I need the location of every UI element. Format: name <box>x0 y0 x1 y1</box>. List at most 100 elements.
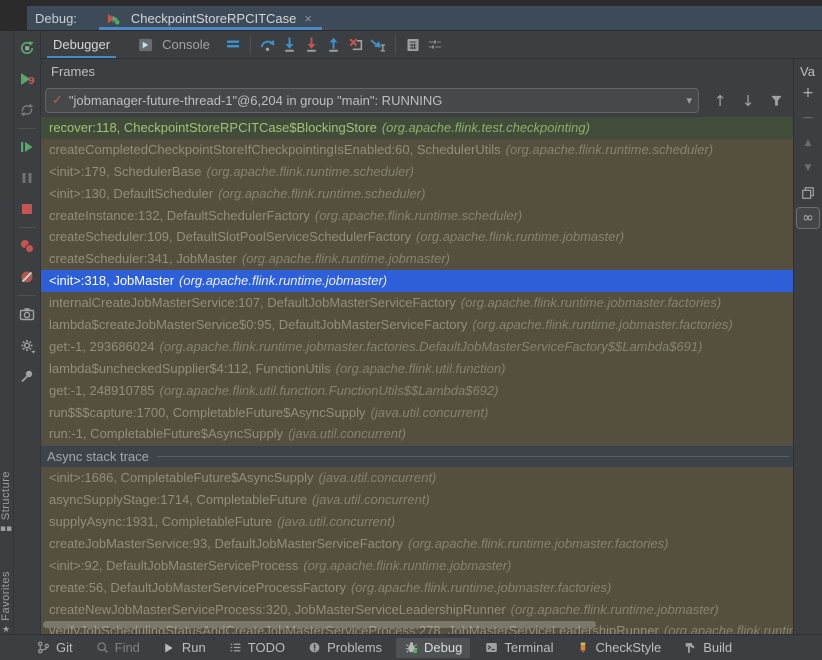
toolbar-item-terminal[interactable]: Terminal <box>476 638 561 658</box>
toolbar-item-git[interactable]: Git <box>28 638 81 658</box>
view-breakpoints-icon[interactable] <box>18 237 36 255</box>
frame-method: get:-1, 293686024 <box>49 338 155 354</box>
toolbar-item-label: Build <box>703 640 733 655</box>
step-over-icon[interactable] <box>257 34 279 56</box>
frame-row[interactable]: createJobMasterService:93, DefaultJobMas… <box>41 533 793 555</box>
toolbar-item-problems[interactable]: Problems <box>299 638 390 658</box>
evaluate-watches-toggle-icon[interactable]: ∞ <box>796 207 820 229</box>
toolbar-item-label: CheckStyle <box>595 640 662 655</box>
horizontal-scrollbar[interactable] <box>43 621 596 628</box>
frames-panel-header: Frames <box>41 59 793 84</box>
force-step-into-icon[interactable] <box>301 34 323 56</box>
evaluate-expression-icon[interactable] <box>402 34 424 56</box>
pause-program-icon[interactable] <box>18 169 36 187</box>
console-icon <box>134 34 156 56</box>
thread-status-check-icon: ✓ <box>52 93 63 108</box>
frame-row[interactable]: <init>:92, DefaultJobMasterServiceProces… <box>41 555 793 577</box>
async-separator-label: Async stack trace <box>47 449 149 465</box>
sidebar-item-structure[interactable]: Structure ▪▪ <box>0 471 14 534</box>
frame-package: (org.apache.flink.runtime.jobmaster) <box>179 273 388 289</box>
frame-package: (org.apache.flink.runtime.jobmaster) <box>510 601 719 617</box>
frame-row[interactable]: createScheduler:109, DefaultSlotPoolServ… <box>41 226 793 248</box>
toolbar-item-build[interactable]: Build <box>675 638 740 658</box>
frame-row[interactable]: createScheduler:341, JobMaster (org.apach… <box>41 248 793 270</box>
frame-row[interactable]: <init>:318, JobMaster (org.apache.flink.r… <box>41 270 793 293</box>
frame-row[interactable]: lambda$uncheckedSupplier$4:112, Function… <box>41 358 793 380</box>
frame-row[interactable]: <init>:179, SchedulerBase (org.apache.fli… <box>41 161 793 183</box>
frame-package: (org.apache.flink.test.checkpointing) <box>381 120 590 135</box>
git-branch-icon <box>36 640 51 655</box>
frame-row[interactable]: recover:118, CheckpointStoreRPCITCase$Bl… <box>41 117 793 139</box>
remove-watch-icon[interactable]: − <box>796 107 820 129</box>
drop-frame-icon[interactable] <box>345 34 367 56</box>
variables-panel-edge: Va + − ▲ ▼ ∞ <box>793 59 822 634</box>
toolbar-item-run[interactable]: Run <box>154 638 214 658</box>
mute-breakpoints-icon[interactable] <box>18 268 36 286</box>
filter-frames-icon[interactable] <box>763 89 789 113</box>
thread-dropdown[interactable]: ✓ "jobmanager-future-thread-1"@6,204 in … <box>45 88 699 113</box>
run-badge-9-icon[interactable]: 9 <box>18 70 36 88</box>
frame-method: createJobMasterService:93, DefaultJobMas… <box>49 535 404 551</box>
step-into-icon[interactable] <box>279 34 301 56</box>
frame-method: run:-1, CompletableFuture$AsyncSupply <box>49 426 284 442</box>
thread-dump-camera-icon[interactable] <box>18 305 36 323</box>
frame-package: (org.apache.flink.runtime.jobmaster.fact… <box>408 535 669 551</box>
frame-method: createInstance:132, DefaultSchedulerFact… <box>49 207 310 223</box>
rerun-icon[interactable] <box>18 39 36 57</box>
frame-row[interactable]: <init>:1686, CompletableFuture$AsyncSupp… <box>41 467 793 489</box>
move-down-icon[interactable]: ▼ <box>796 157 820 179</box>
frame-package: (org.apache.flink.runtime.jobmaster.fact… <box>460 295 722 311</box>
toolbar-item-checkstyle[interactable]: CheckStyle <box>567 638 669 658</box>
layout-menu-icon[interactable] <box>222 34 244 56</box>
toolbar-item-find[interactable]: Find <box>87 638 148 658</box>
add-watch-icon[interactable]: + <box>796 82 820 104</box>
frame-method: supplyAsync:1931, CompletableFuture <box>49 514 273 530</box>
resume-program-icon[interactable] <box>18 138 36 156</box>
frame-row[interactable]: supplyAsync:1931, CompletableFuture (java… <box>41 511 793 533</box>
frame-row[interactable]: run:-1, CompletableFuture$AsyncSupply (ja… <box>41 423 793 445</box>
toolbar-item-todo[interactable]: TODO <box>220 638 293 658</box>
frame-row[interactable]: createNewJobMasterServiceProcess:320, Jo… <box>41 599 793 621</box>
previous-frame-button[interactable]: ↑ <box>707 89 733 113</box>
next-frame-button[interactable]: ↓ <box>735 89 761 113</box>
divider <box>249 35 251 54</box>
tool-window-bar: Git Find Run TODO Problems Debug Termina… <box>0 634 822 660</box>
sidebar-item-favorites[interactable]: Favorites ★ <box>0 571 14 635</box>
header-corner <box>0 6 27 31</box>
run-to-cursor-icon[interactable] <box>367 34 389 56</box>
frame-row[interactable]: run$$$capture:1700, CompletableFuture$As… <box>41 402 793 424</box>
terminal-icon <box>484 640 499 655</box>
toolbar-item-label: Git <box>56 640 73 655</box>
frame-row[interactable]: get:-1, 248910785 (org.apache.flink.util.… <box>41 380 793 402</box>
tab-debugger[interactable]: Debugger <box>41 31 122 58</box>
duplicate-watch-icon[interactable] <box>796 182 820 204</box>
run-config-tab[interactable]: CheckpointStoreRPCITCase × <box>98 6 322 30</box>
layout-settings-icon[interactable] <box>424 34 446 56</box>
frame-row[interactable]: create:56, DefaultJobMasterServiceProces… <box>41 577 793 599</box>
pin-icon[interactable] <box>18 367 36 385</box>
frame-row[interactable]: <init>:130, DefaultScheduler (org.apache.… <box>41 183 793 205</box>
close-tab-icon[interactable]: × <box>304 11 312 26</box>
frame-method: <init>:1686, CompletableFuture$AsyncSupp… <box>49 470 314 486</box>
debug-header-bar: Debug: CheckpointStoreRPCITCase × <box>27 6 822 31</box>
frame-row[interactable]: internalCreateJobMasterService:107, Defa… <box>41 292 793 314</box>
tab-underline <box>47 56 117 58</box>
step-out-icon[interactable] <box>323 34 345 56</box>
frame-package: (org.apache.flink.runtime.scheduler) <box>218 185 426 201</box>
settings-gear-icon[interactable] <box>18 336 36 354</box>
frame-row[interactable]: createInstance:132, DefaultSchedulerFact… <box>41 205 793 227</box>
frame-row[interactable]: createCompletedCheckpointStoreIfCheckpoi… <box>41 139 793 161</box>
toolbar-item-debug[interactable]: Debug <box>396 637 471 658</box>
frame-row[interactable]: get:-1, 293686024 (org.apache.flink.runti… <box>41 336 793 358</box>
debug-tool-window: Debug: CheckpointStoreRPCITCase × Struct… <box>0 0 822 660</box>
frame-package: (org.apache.flink.runtime.jobmaster) <box>663 623 793 634</box>
tab-console[interactable]: Console <box>122 31 222 58</box>
problems-icon <box>307 640 322 655</box>
debug-window-label: Debug: <box>35 10 77 26</box>
stop-icon[interactable] <box>18 200 36 218</box>
move-up-icon[interactable]: ▲ <box>796 132 820 154</box>
frame-row[interactable]: asyncSupplyStage:1714, CompletableFuture… <box>41 489 793 511</box>
frame-method: createScheduler:109, DefaultSlotPoolServ… <box>49 229 412 245</box>
reload-classes-icon[interactable] <box>18 101 36 119</box>
frame-row[interactable]: lambda$createJobMasterService$0:95, Defa… <box>41 314 793 336</box>
